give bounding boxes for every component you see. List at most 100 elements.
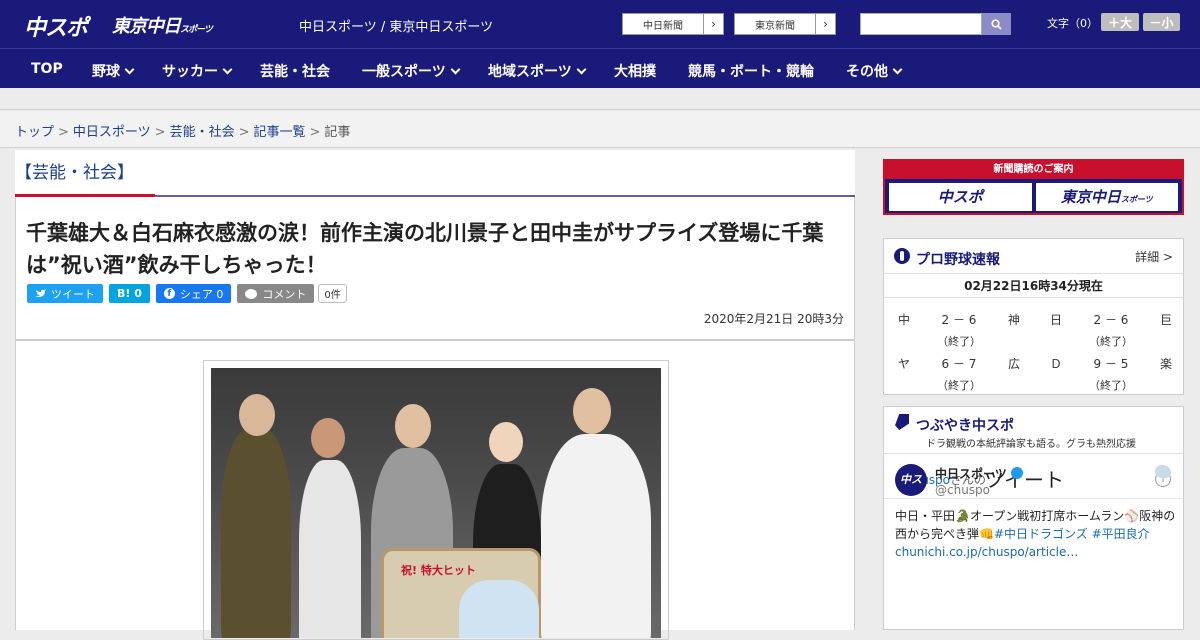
comment-count: 0件: [318, 284, 347, 303]
search-icon: [991, 18, 1002, 30]
twitter-bird-icon[interactable]: [1155, 465, 1171, 478]
tweets-widget-title: つぶやき中スポ: [916, 418, 1014, 434]
facebook-icon: f: [163, 288, 175, 299]
person-4-head: [489, 422, 523, 462]
baseball-scores-time: 02月22日16時34分現在: [884, 274, 1183, 298]
author-name-text: 中日スポーツ: [935, 467, 1007, 481]
tweet-author-name[interactable]: 中日スポーツ: [935, 465, 1023, 482]
tweet-author-handle[interactable]: @chuspo: [935, 483, 990, 497]
chevron-right-icon: ›: [815, 14, 835, 34]
breadcrumb-bar: トップ > 中日スポーツ > 芸能・社会 > 記事一覧 > 記事: [0, 111, 1200, 148]
twitter-bird-icon: [35, 289, 46, 297]
font-smaller-button[interactable]: －小: [1143, 13, 1180, 31]
nav-label: 野球: [92, 64, 120, 80]
nav-top[interactable]: TOP: [31, 61, 63, 77]
tweet-link[interactable]: chunichi.co.jp/chuspo/article…: [895, 545, 1078, 559]
tweet-label: ツイート: [51, 287, 95, 301]
away-team: 広: [1007, 357, 1020, 371]
tokyo-shimbun-link[interactable]: 東京新聞 ›: [734, 13, 836, 35]
tweet-text: 中日・平田🐊オープン戦初打席ホームラン⚾阪神の西から完ぺき弾👊#中日ドラゴンズ …: [895, 507, 1177, 561]
chevron-right-icon: ›: [703, 14, 723, 34]
site-title[interactable]: 中日スポーツ / 東京中日スポーツ: [299, 16, 493, 35]
category-heading: 【芸能・社会】: [15, 163, 134, 183]
article-date: 2020年2月21日 20時3分: [703, 312, 844, 326]
avatar[interactable]: 中スポ: [895, 464, 927, 518]
tweet-hashtags[interactable]: #中日ドラゴンズ #平田良介: [994, 527, 1150, 541]
comment-button[interactable]: コメント: [237, 284, 315, 303]
font-size-label: 文字（0）: [1047, 17, 1098, 30]
subscription-logos: 中スポ 東京中日スポーツ: [885, 179, 1182, 215]
chevron-down-icon: [124, 64, 135, 75]
nav-label: 大相撲: [614, 64, 656, 80]
chunichi-shimbun-link[interactable]: 中日新聞 ›: [622, 13, 724, 35]
search-button[interactable]: [982, 13, 1011, 35]
breadcrumb-separator: >: [238, 125, 250, 140]
article-photo[interactable]: 祝! 特大ヒット: [211, 368, 661, 638]
breadcrumb-article-list[interactable]: 記事一覧: [254, 125, 306, 140]
hatena-bookmark-button[interactable]: B! 0: [109, 284, 150, 303]
subscription-title: 新聞購読のご案内: [885, 161, 1182, 179]
barrel-sign: [459, 580, 539, 638]
nav-sumo[interactable]: 大相撲: [614, 61, 656, 81]
breadcrumb-entertainment[interactable]: 芸能・社会: [170, 125, 235, 140]
subscribe-chuspo-logo[interactable]: 中スポ: [889, 183, 1032, 211]
nav-baseball[interactable]: 野球: [92, 61, 135, 81]
main-nav: TOP 野球 サッカー 芸能・社会 一般スポーツ 地域スポーツ 大相撲 競馬・ボ…: [0, 48, 1200, 88]
subscription-banner[interactable]: 新聞購読のご案内 中スポ 東京中日スポーツ: [883, 159, 1184, 215]
chuspo-logo[interactable]: 中スポ: [24, 10, 88, 42]
breadcrumb-current: 記事: [324, 125, 351, 140]
chevron-down-icon: [892, 64, 903, 75]
tokyo-chunichi-logo[interactable]: 東京中日スポーツ: [112, 12, 213, 38]
person-2: [299, 460, 361, 638]
nav-racing[interactable]: 競馬・ボート・競輪: [688, 61, 814, 81]
facebook-share-button[interactable]: f シェア 0: [155, 284, 232, 303]
game-status: （終了）: [1089, 379, 1133, 392]
comment-label: コメント: [262, 287, 307, 301]
barrel-label: 祝! 特大ヒット: [401, 564, 476, 577]
baseball-scores-widget: プロ野球速報 詳細 > 02月22日16時34分現在 中 2 － 6 神 （終了…: [883, 238, 1184, 395]
breadcrumb-top[interactable]: トップ: [15, 125, 54, 140]
game-status: （終了）: [937, 335, 981, 348]
breadcrumb-separator: >: [154, 125, 166, 140]
chevron-down-icon: [576, 64, 587, 75]
paper-link-label: 中日新聞: [643, 20, 683, 32]
nav-label: 地域スポーツ: [488, 64, 572, 80]
article-main: 【芸能・社会】 千葉雄大＆白石麻衣感激の涙！前作主演の北川景子と田中圭がサプライ…: [15, 150, 855, 640]
verified-badge-icon: [1010, 467, 1023, 479]
nav-other[interactable]: その他: [846, 61, 903, 81]
pen-icon: [895, 414, 909, 430]
nav-label: サッカー: [162, 64, 218, 80]
away-team: 楽: [1159, 357, 1172, 371]
away-team: 巨: [1159, 313, 1172, 327]
nav-label: 一般スポーツ: [362, 64, 446, 80]
baseball-icon: [894, 248, 910, 264]
chevron-down-icon: [450, 64, 461, 75]
nav-entertainment[interactable]: 芸能・社会: [260, 61, 330, 81]
article-headline: 千葉雄大＆白石麻衣感激の涙！前作主演の北川景子と田中圭がサプライズ登場に千葉は”…: [26, 221, 824, 277]
subscribe-tokyo-logo[interactable]: 東京中日スポーツ: [1035, 183, 1178, 211]
breadcrumb: トップ > 中日スポーツ > 芸能・社会 > 記事一覧 > 記事: [15, 121, 350, 140]
nav-soccer[interactable]: サッカー: [162, 61, 233, 81]
away-team: 神: [1007, 313, 1020, 327]
baseball-scores-header: プロ野球速報 詳細 >: [884, 239, 1183, 274]
breadcrumb-chunichi-sports[interactable]: 中日スポーツ: [73, 125, 151, 140]
nav-local-sports[interactable]: 地域スポーツ: [488, 61, 587, 81]
search-input[interactable]: [860, 13, 982, 35]
subscribe-tokyo-text: 東京中日: [1060, 188, 1121, 206]
breadcrumb-separator: >: [58, 125, 69, 140]
person-1-head: [239, 394, 275, 436]
nav-label: 競馬・ボート・競輪: [688, 64, 814, 80]
tweet-button[interactable]: ツイート: [27, 284, 103, 303]
article-photo-area: 祝! 特大ヒット: [15, 340, 855, 640]
photo-frame: 祝! 特大ヒット: [203, 360, 669, 640]
nav-general-sports[interactable]: 一般スポーツ: [362, 61, 461, 81]
breadcrumb-separator: >: [309, 125, 321, 140]
paper-link-label: 東京新聞: [755, 20, 795, 32]
twitter-timeline-header: @chuspoさんの ツイート i: [884, 454, 1183, 499]
person-1: [221, 428, 291, 638]
baseball-details-link[interactable]: 詳細 >: [1135, 248, 1173, 265]
font-larger-button[interactable]: ＋大: [1101, 13, 1139, 31]
tweets-widget-subtitle: ドラ観戦の本紙評論家も語る。グラも熱烈応援: [926, 439, 1136, 450]
sub-nav-bar: [0, 88, 1200, 110]
facebook-share-label: シェア 0: [179, 287, 224, 301]
